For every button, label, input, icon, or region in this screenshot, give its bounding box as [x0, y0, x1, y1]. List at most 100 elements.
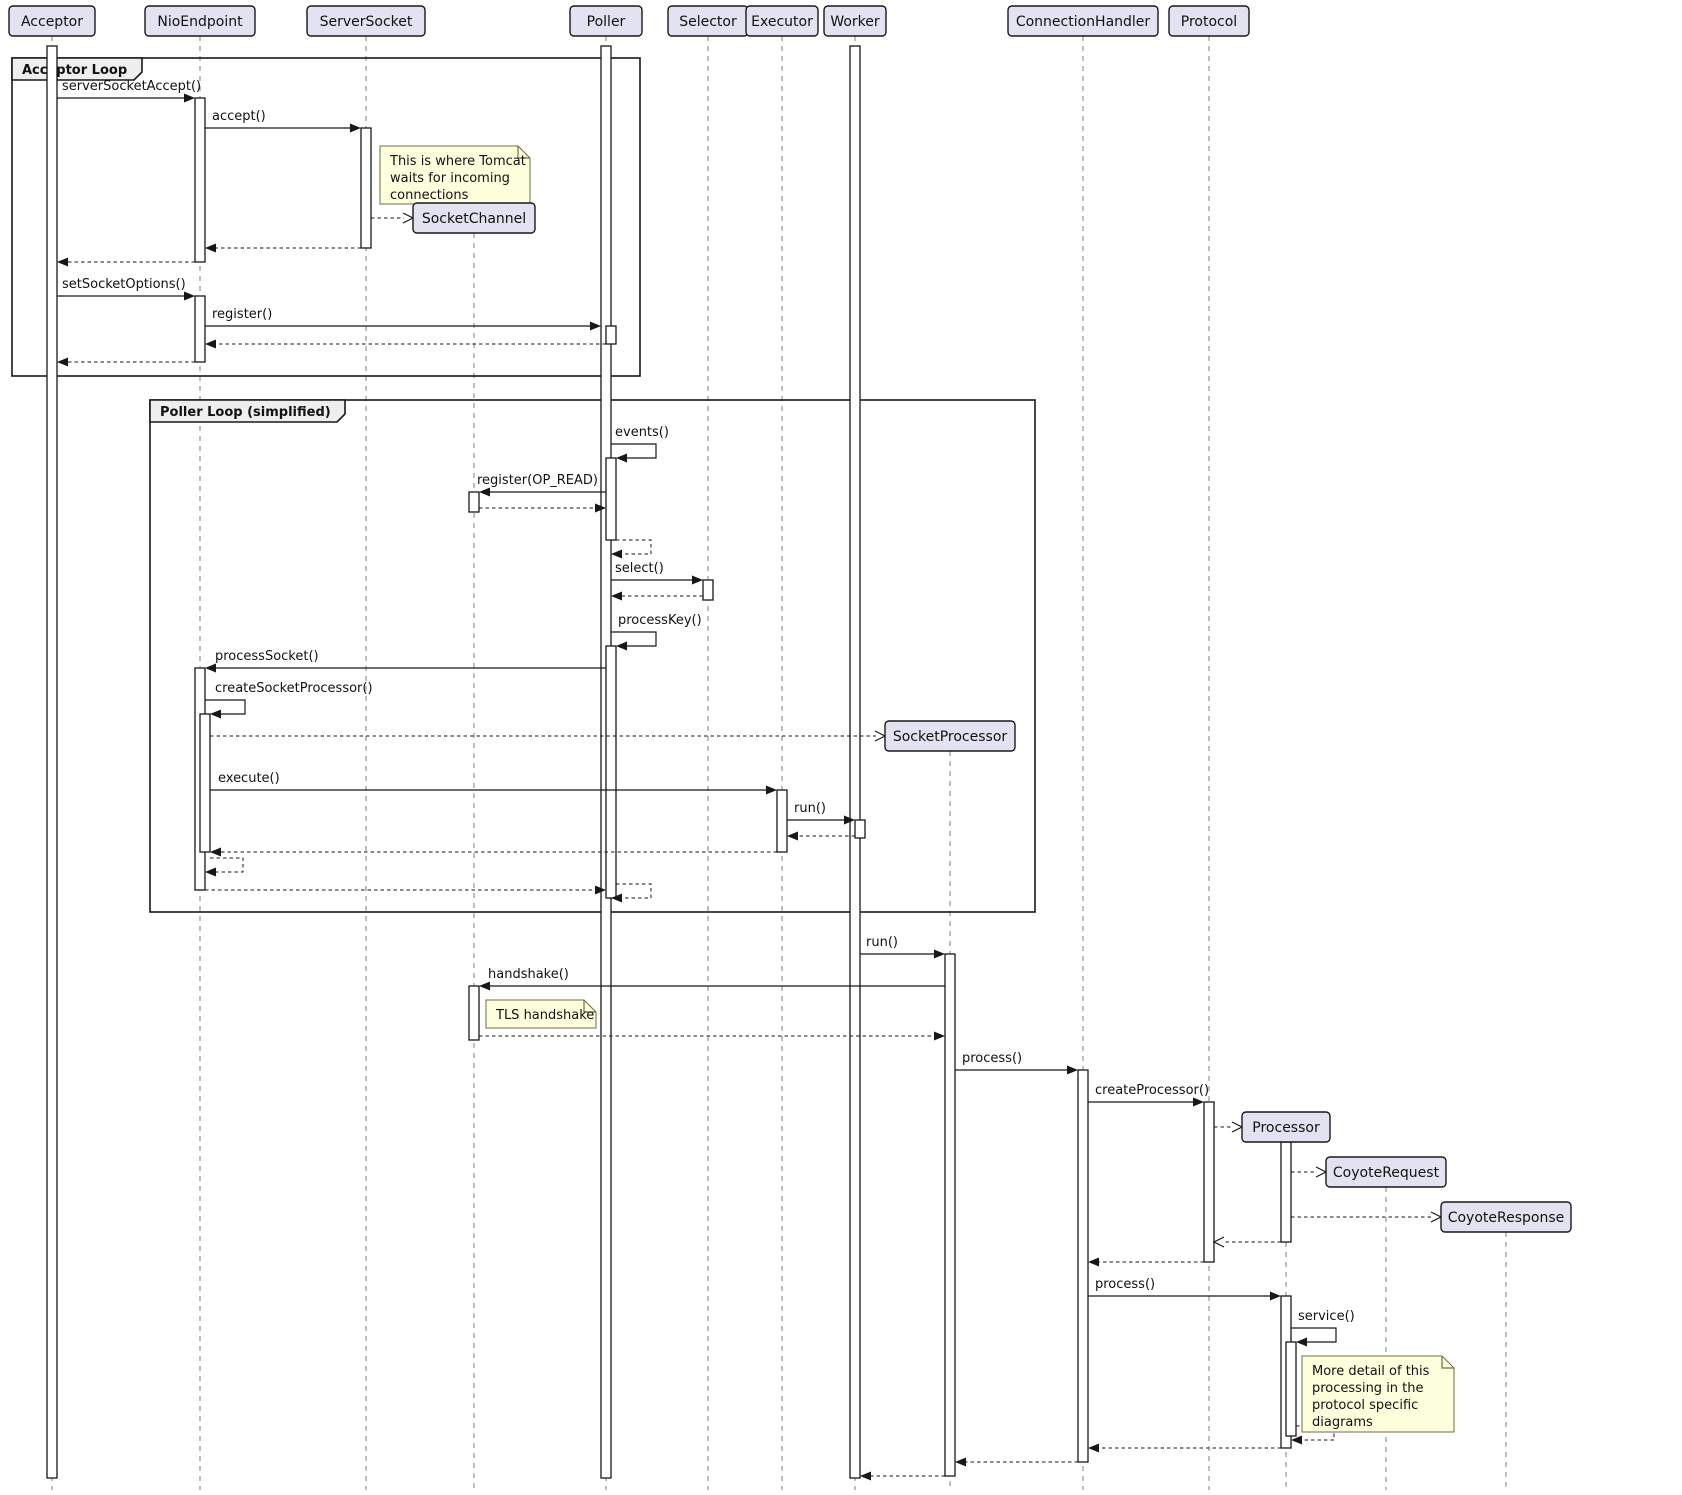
return-protocol-connectionhandler	[1088, 1258, 1204, 1267]
activation-selector-select	[703, 580, 713, 600]
message-execute: execute()	[210, 771, 777, 795]
arrowhead	[766, 786, 777, 795]
participant-label: Protocol	[1181, 14, 1237, 30]
activation-nioendpoint-createsocketprocessor	[200, 714, 210, 852]
arrowhead	[184, 292, 195, 301]
arrowhead	[57, 358, 68, 367]
arrowhead	[210, 848, 221, 857]
activation-poller-processkey	[606, 646, 616, 898]
arrowhead	[1270, 1292, 1281, 1301]
open-arrowhead	[403, 213, 413, 223]
message-createprocessor: createProcessor()	[1088, 1083, 1209, 1107]
participant-worker: Worker	[824, 6, 886, 36]
note-line: diagrams	[1312, 1415, 1373, 1430]
message-label: processSocket()	[215, 649, 319, 664]
note-line: connections	[390, 188, 469, 203]
activation-socketchannel-register	[469, 492, 479, 512]
message-label: setSocketOptions()	[62, 277, 186, 292]
note-tls-handshake: TLS handshake	[486, 1000, 596, 1028]
activation-socketchannel-handshake	[469, 986, 479, 1040]
frame-label: Acceptor Loop	[22, 63, 127, 78]
participant-executor: Executor	[746, 6, 818, 36]
arrowhead	[57, 258, 68, 267]
arrowhead	[205, 244, 216, 253]
message-register-opread: register(OP_READ)	[477, 473, 606, 497]
arrowhead	[934, 1032, 945, 1041]
return-worker-executor	[787, 832, 855, 841]
activation-poller-register	[606, 326, 616, 344]
activation-socketprocessor-run	[945, 954, 955, 1476]
note-line: TLS handshake	[495, 1008, 594, 1023]
message-label: execute()	[218, 771, 280, 786]
note-line: More detail of this	[1312, 1364, 1430, 1379]
lifelines	[52, 36, 1506, 1490]
return-nioendpoint-poller	[205, 886, 606, 895]
message-createsocketprocessor-self: createSocketProcessor()	[205, 681, 373, 719]
arrowhead	[860, 1472, 871, 1481]
note-line: protocol specific	[1312, 1398, 1418, 1413]
arrowhead	[955, 1458, 966, 1467]
participant-socketprocessor: SocketProcessor	[885, 721, 1015, 751]
arrowhead	[479, 982, 490, 991]
arrowhead	[611, 550, 622, 559]
self-call-line	[1291, 1328, 1336, 1342]
participant-label: Acceptor	[21, 14, 83, 30]
participant-label: CoyoteRequest	[1333, 1165, 1440, 1181]
frame-border	[12, 58, 640, 376]
sequence-diagram: Acceptor Loop Poller Loop (simplified) s…	[0, 0, 1682, 1495]
message-handshake: handshake()	[479, 967, 945, 991]
message-label: service()	[1298, 1309, 1355, 1324]
open-arrowhead	[875, 731, 885, 741]
note-line: waits for incoming	[390, 171, 510, 186]
return-processkey-self	[611, 884, 651, 903]
activation-nioendpoint-accept	[195, 98, 205, 262]
return-executor-nioendpoint	[210, 848, 777, 857]
message-setsocketoptions: setSocketOptions()	[57, 277, 195, 301]
message-label: processKey()	[618, 613, 702, 628]
message-run-worker-socketprocessor: run()	[860, 935, 945, 959]
message-label: handshake()	[488, 967, 569, 982]
arrowhead	[616, 642, 627, 651]
return-createsocketprocessor-self	[205, 858, 243, 877]
arrowhead	[350, 124, 361, 133]
arrowhead	[616, 454, 627, 463]
message-label: process()	[962, 1051, 1022, 1066]
participant-processor: Processor	[1242, 1112, 1330, 1142]
participant-label: CoyoteResponse	[1448, 1210, 1565, 1226]
activation-executor-execute	[777, 790, 787, 852]
self-call-line	[205, 700, 245, 714]
participant-selector: Selector	[668, 6, 748, 36]
return-connectionhandler-socketprocessor	[955, 1458, 1078, 1467]
message-label: select()	[615, 561, 664, 576]
note-tomcat-waits: This is where Tomcat waits for incoming …	[380, 146, 530, 204]
create-coyoteresponse	[1291, 1212, 1441, 1222]
self-call-line	[611, 632, 656, 646]
open-arrowhead	[1232, 1122, 1242, 1132]
message-accept: accept()	[205, 109, 361, 133]
arrowhead	[205, 664, 216, 673]
participant-connectionhandler: ConnectionHandler	[1008, 6, 1158, 36]
activation-processor-create	[1281, 1142, 1291, 1242]
return-processor-protocol	[1214, 1237, 1281, 1247]
arrowhead	[205, 868, 216, 877]
return-nioendpoint-acceptor-1	[57, 258, 195, 267]
return-nioendpoint-acceptor-2	[57, 358, 195, 367]
message-label: events()	[615, 425, 669, 440]
participant-acceptor: Acceptor	[9, 6, 95, 36]
arrowhead	[590, 322, 601, 331]
arrowhead	[205, 340, 216, 349]
return-events-self	[611, 540, 651, 559]
open-arrowhead	[1316, 1167, 1326, 1177]
arrowhead	[1067, 1066, 1078, 1075]
message-service-self: service()	[1291, 1309, 1355, 1347]
arrowhead	[1296, 1338, 1307, 1347]
create-processor	[1214, 1122, 1242, 1132]
open-arrowhead	[1214, 1237, 1224, 1247]
activation-worker-main	[850, 46, 860, 1478]
return-serversocket-nioendpoint	[205, 244, 361, 253]
arrowhead	[934, 950, 945, 959]
note-line: processing in the	[1312, 1381, 1424, 1396]
create-socketprocessor	[210, 731, 885, 741]
activation-processor-service	[1286, 1342, 1296, 1436]
arrowhead	[1088, 1258, 1099, 1267]
